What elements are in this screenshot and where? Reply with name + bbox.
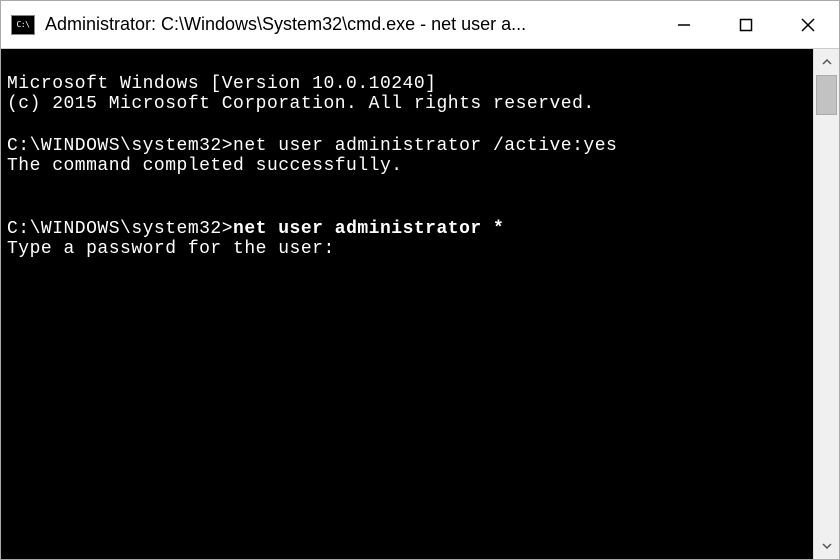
cmd-icon-label: C:\ [17,20,30,29]
console-line: C:\WINDOWS\system32>net user administrat… [7,219,807,240]
command-text: net user administrator * [233,219,504,239]
scrollbar-track[interactable] [814,75,839,533]
window-title: Administrator: C:\Windows\System32\cmd.e… [45,14,653,35]
minimize-button[interactable] [653,1,715,48]
console-line: Type a password for the user: [7,239,807,260]
vertical-scrollbar[interactable] [813,49,839,559]
window-controls [653,1,839,48]
console-line: The command completed successfully. [7,156,807,177]
cmd-icon: C:\ [11,15,35,35]
chevron-up-icon [821,56,833,68]
close-icon [801,18,815,32]
console-line: C:\WINDOWS\system32>net user administrat… [7,136,807,157]
prompt: C:\WINDOWS\system32> [7,219,233,239]
console-blank [7,177,807,198]
console-line: (c) 2015 Microsoft Corporation. All righ… [7,94,807,115]
titlebar[interactable]: C:\ Administrator: C:\Windows\System32\c… [1,1,839,49]
chevron-down-icon [821,540,833,552]
close-button[interactable] [777,1,839,48]
scroll-down-button[interactable] [814,533,839,559]
client-area: Microsoft Windows [Version 10.0.10240](c… [1,49,839,559]
maximize-icon [739,18,753,32]
scrollbar-thumb[interactable] [816,75,837,115]
console-line: Microsoft Windows [Version 10.0.10240] [7,74,807,95]
console-blank [7,198,807,219]
command-text: net user administrator /active:yes [233,136,617,156]
minimize-icon [677,18,691,32]
cmd-window: C:\ Administrator: C:\Windows\System32\c… [0,0,840,560]
prompt: C:\WINDOWS\system32> [7,136,233,156]
console-output[interactable]: Microsoft Windows [Version 10.0.10240](c… [1,49,813,559]
scroll-up-button[interactable] [814,49,839,75]
console-blank [7,115,807,136]
maximize-button[interactable] [715,1,777,48]
